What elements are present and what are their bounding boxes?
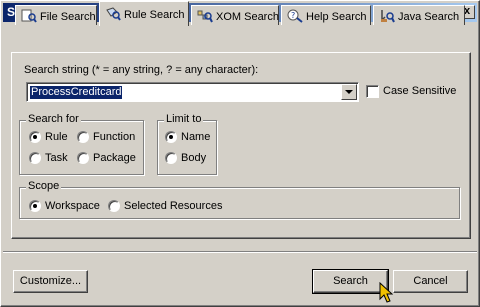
tab-help-search[interactable]: ? Help Search <box>281 5 371 25</box>
task-label[interactable]: Task <box>45 152 68 164</box>
help-search-icon: ? <box>287 9 303 23</box>
package-radio[interactable] <box>77 152 89 164</box>
xom-search-icon <box>197 9 213 23</box>
function-label[interactable]: Function <box>93 131 135 143</box>
limit-to-group: Limit to <box>157 113 217 175</box>
tab-label: File Search <box>40 11 96 23</box>
name-radio[interactable] <box>165 131 177 143</box>
case-sensitive-label[interactable]: Case Sensitive <box>383 85 456 97</box>
rule-label[interactable]: Rule <box>45 131 68 143</box>
search-button[interactable]: Search <box>312 269 389 294</box>
case-sensitive-checkbox[interactable] <box>366 85 379 98</box>
search-for-group: Search for <box>19 113 144 175</box>
name-label[interactable]: Name <box>181 131 210 143</box>
java-search-icon <box>379 9 395 23</box>
function-radio[interactable] <box>77 131 89 143</box>
body-radio[interactable] <box>165 152 177 164</box>
selected-resources-radio[interactable] <box>108 200 120 212</box>
search-string-combobox[interactable]: ProcessCreditcard <box>26 82 359 102</box>
workspace-label[interactable]: Workspace <box>45 200 100 212</box>
selected-resources-label[interactable]: Selected Resources <box>124 200 222 212</box>
rule-search-icon <box>105 7 121 21</box>
svg-text:?: ? <box>291 11 295 20</box>
tab-rule-search[interactable]: Rule Search <box>99 1 189 26</box>
tab-label: XOM Search <box>216 11 279 23</box>
file-search-icon <box>21 9 37 23</box>
mouse-pointer-icon <box>379 282 393 303</box>
tab-label: Rule Search <box>124 9 185 21</box>
body-label[interactable]: Body <box>181 152 206 164</box>
search-string-label: Search string (* = any string, ? = any c… <box>24 64 259 76</box>
customize-button[interactable]: Customize... <box>13 270 88 293</box>
chevron-down-icon[interactable] <box>341 84 357 100</box>
button-separator <box>3 251 477 253</box>
cancel-button[interactable]: Cancel <box>393 270 468 293</box>
search-dialog: Search x File Search Rule Search XOM Sea… <box>0 0 480 307</box>
search-string-value[interactable]: ProcessCreditcard <box>30 86 123 99</box>
workspace-radio[interactable] <box>29 200 41 212</box>
search-for-title: Search for <box>26 113 81 125</box>
tab-java-search[interactable]: Java Search <box>373 5 465 25</box>
scope-title: Scope <box>26 180 62 192</box>
tab-xom-search[interactable]: XOM Search <box>191 5 279 25</box>
task-radio[interactable] <box>29 152 41 164</box>
package-label[interactable]: Package <box>93 152 136 164</box>
tab-file-search[interactable]: File Search <box>15 5 97 25</box>
limit-to-title: Limit to <box>164 113 204 125</box>
tab-label: Help Search <box>306 11 367 23</box>
tab-label: Java Search <box>398 11 460 23</box>
rule-radio[interactable] <box>29 131 41 143</box>
